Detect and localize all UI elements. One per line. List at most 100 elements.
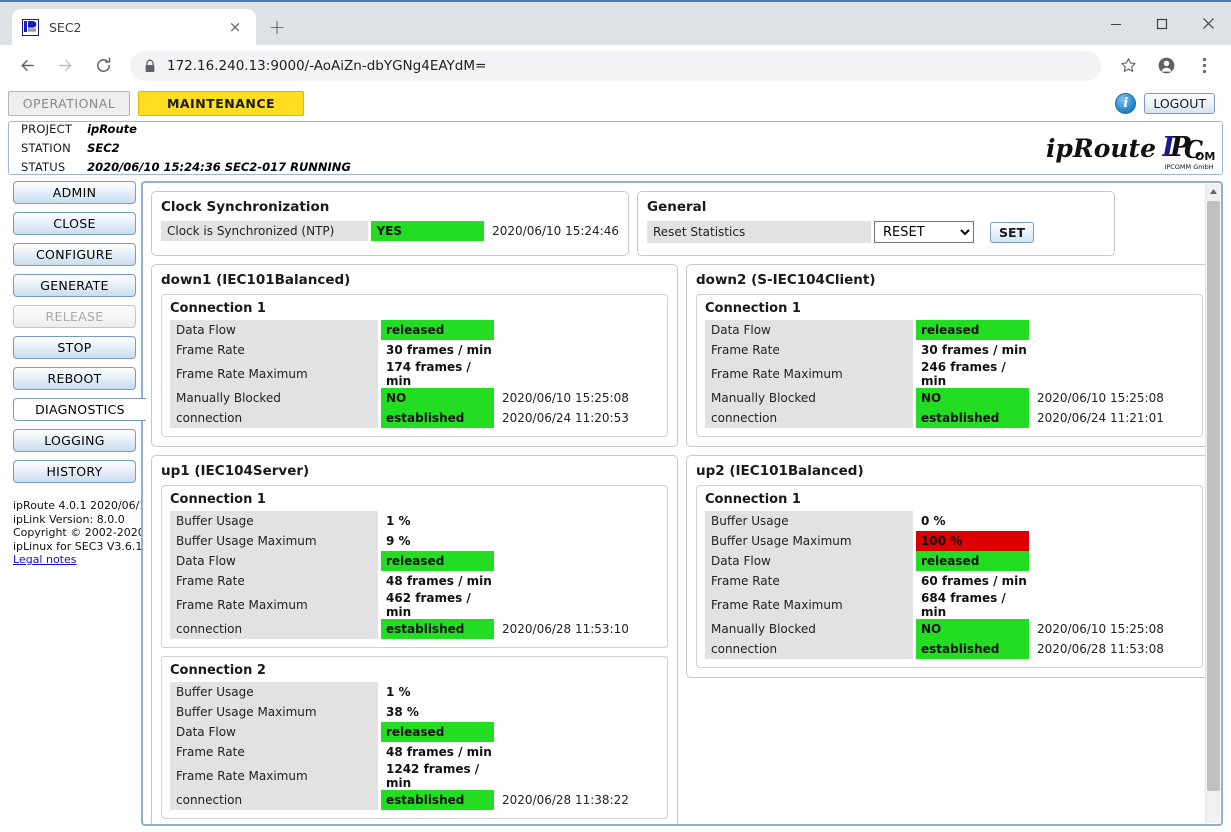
address-bar-url: 172.16.240.13:9000/-AoAiZn-dbYGNg4EAYdM= [167,57,487,74]
row-key: Buffer Usage Maximum [170,531,378,551]
connection-table: Buffer Usage 0 % Buffer Usage Maximum 10… [705,511,1194,659]
minimize-icon[interactable] [1093,2,1139,45]
row-value: established [381,408,494,428]
profile-avatar-icon[interactable] [1151,51,1181,81]
connection-table: Buffer Usage 1 % Buffer Usage Maximum [170,511,659,639]
browser-titlebar: SEC2 × + [0,0,1231,45]
panel-up1-connection-1: Connection 1 Buffer Usage 1 % Buffer Usa… [161,485,668,648]
table-row: connection established 2020/06/28 11:53:… [705,639,1194,659]
reset-statistics-select[interactable]: RESET [874,221,974,243]
connection-table: Data Flow released Frame Rate 30 frames [705,320,1194,428]
row-key: Manually Blocked [170,388,378,408]
mode-bar-actions: i LOGOUT [1115,91,1223,116]
sidebar-item-configure[interactable]: CONFIGURE [13,243,136,266]
row-value: NO [916,388,1029,408]
sidebar-item-diagnostics[interactable]: DIAGNOSTICS [13,398,146,421]
sidebar-item-generate[interactable]: GENERATE [13,274,136,297]
row-key: Manually Blocked [705,388,913,408]
row-timestamp [494,320,659,340]
tab-operational[interactable]: OPERATIONAL [8,91,130,116]
content-scrollbar[interactable] [1205,184,1220,823]
scroll-up-icon[interactable] [1206,184,1220,199]
row-key: Frame Rate [170,571,378,591]
bookmark-star-icon[interactable] [1113,51,1143,81]
clock-row-value: YES [371,221,485,241]
browser-window: SEC2 × + 172.16.240.13:9000/-AoAiZn-dbYG… [0,0,1231,832]
row-key: Buffer Usage [170,682,378,702]
row-value: 38 % [386,705,419,719]
row-timestamp [1029,340,1194,360]
sidebar-item-history[interactable]: HISTORY [13,460,136,483]
web-page: OPERATIONAL MAINTENANCE i LOGOUT PROJECT… [0,85,1231,832]
tab-maintenance[interactable]: MAINTENANCE [138,91,304,116]
sidebar-item-release: RELEASE [13,305,136,328]
row-key: Frame Rate Maximum [170,360,378,388]
table-row: Manually Blocked NO 2020/06/10 15:25:08 [705,619,1194,639]
connection-title: Connection 1 [705,492,801,507]
row-key: Frame Rate Maximum [170,762,378,790]
logout-button[interactable]: LOGOUT [1144,93,1215,114]
sidebar-item-logging[interactable]: LOGGING [13,429,136,452]
row-value: 100 % [916,531,1029,551]
close-window-icon[interactable] [1185,2,1231,45]
project-value: ipRoute [87,121,137,136]
connection-title: Connection 1 [170,492,266,507]
row-key: Frame Rate [170,742,378,762]
close-tab-icon[interactable]: × [224,16,246,38]
top-panels-row: Clock Synchronization Clock is Synchroni… [151,191,1213,256]
up1-column: up1 (IEC104Server) Connection 1 Buffer U… [151,455,678,824]
row-timestamp [494,531,659,551]
panel-down1-title: down1 (IEC101Balanced) [161,272,351,288]
address-bar[interactable]: 172.16.240.13:9000/-AoAiZn-dbYGNg4EAYdM= [130,50,1101,81]
reload-icon[interactable] [87,50,119,82]
brand-area: ipRoute I P C OMM IPCOMM GmbH [1046,126,1226,171]
browser-tab[interactable]: SEC2 × [12,9,256,45]
row-timestamp: 2020/06/10 15:25:08 [502,391,629,405]
browser-toolbar: 172.16.240.13:9000/-AoAiZn-dbYGNg4EAYdM= [0,45,1231,87]
toolbar-actions [1109,51,1223,81]
table-row: Buffer Usage Maximum 9 % [170,531,659,551]
sidebar-item-reboot[interactable]: REBOOT [13,367,136,390]
table-row: Buffer Usage 1 % [170,511,659,531]
row-timestamp [494,360,659,388]
table-row: Frame Rate Maximum 684 frames / min [705,591,1194,619]
new-tab-icon[interactable]: + [262,12,292,42]
row-value: 30 frames / min [921,343,1027,357]
scrollbar-thumb[interactable] [1207,201,1220,791]
set-button[interactable]: SET [990,221,1035,243]
row-value: released [381,320,494,340]
project-label: PROJECT [21,121,73,136]
clock-row-timestamp: 2020/06/10 15:24:46 [492,224,619,238]
info-icon[interactable]: i [1115,93,1137,114]
sidebar-item-close[interactable]: CLOSE [13,212,136,235]
row-timestamp [1029,551,1194,571]
row-value: 1 % [386,685,411,699]
general-panel: General Reset Statistics RESET SET [637,191,1115,256]
version-line-2: ipLink Version: 8.0.0 [13,512,125,526]
panel-up2: up2 (IEC101Balanced) Connection 1 Buffer… [686,455,1213,678]
row-value: 60 frames / min [921,574,1027,588]
table-row: Clock is Synchronized (NTP) YES 2020/06/… [161,221,619,241]
panel-up1-title: up1 (IEC104Server) [161,463,310,479]
connection-title: Connection 1 [705,301,801,316]
table-row: Reset Statistics RESET SET [647,221,1105,243]
maximize-icon[interactable] [1139,2,1185,45]
legal-notes-link[interactable]: Legal notes [13,553,77,566]
row-timestamp [494,591,659,619]
row-value: established [916,408,1029,428]
table-row: Buffer Usage 1 % [170,682,659,702]
browser-menu-icon[interactable] [1189,51,1219,81]
row-value: released [916,320,1029,340]
sidebar-item-admin[interactable]: ADMIN [13,181,136,204]
row-timestamp [494,571,659,591]
row-timestamp [1029,571,1194,591]
sidebar-item-stop[interactable]: STOP [13,336,136,359]
row-timestamp [494,702,659,722]
oslinux-line: ipLinux for SEC3 V3.6.15 1 [13,539,144,553]
station-value: SEC2 [87,140,120,155]
forward-icon[interactable] [49,50,81,82]
sidebar-footer: ipRoute 4.0.1 2020/06/10 ipLink Version:… [8,499,144,567]
back-icon[interactable] [11,50,43,82]
row-timestamp [494,511,659,531]
sidebar: ADMIN CLOSE CONFIGURE GENERATE RELEASE S… [0,181,146,826]
